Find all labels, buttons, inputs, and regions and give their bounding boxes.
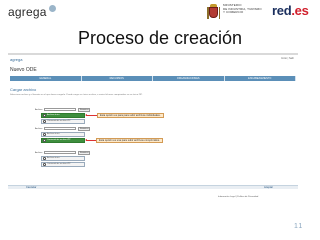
file-upload-row: Archivo Examinar [35,108,91,112]
file-upload-row: Archivo Examinar [35,151,91,155]
tab-organizaciones[interactable]: ORGANIZACIONES [153,76,225,81]
file-label: Archivo [35,151,43,154]
tab-encabezamiento[interactable]: ENCABEZAMIENTO [225,76,296,81]
file-label: Archivo [35,127,43,130]
option-zip-contents[interactable]: Contenido de archivo ZIP [41,138,85,143]
spain-coat-of-arms-icon [207,4,220,20]
screenshot-page-heading: Nuevo ODE [10,67,37,73]
agrega-logo-badge-icon [48,5,56,12]
option-label: Contenido de archivo ZIP [47,163,71,166]
tab-general[interactable]: GENERAL [10,76,82,81]
upload-description: Seleccione archivo y el formato en el qu… [10,94,143,96]
option-single-file[interactable]: Archivo único [41,132,85,137]
browse-button[interactable]: Examinar [78,127,91,131]
option-label: Contenido de archivo ZIP [47,139,71,142]
file-path-input[interactable] [44,108,77,112]
option-label: Archivo único [47,133,60,136]
browse-button[interactable]: Examinar [78,151,91,155]
cancel-button[interactable]: Cancelar [26,186,36,189]
agrega-logo-text: agrega [8,5,47,19]
ministry-line: Y COMERCIO [223,10,244,15]
radio-icon [43,114,46,117]
ministry-logo: MINISTERIO DE INDUSTRIA, TURISMO Y COMER… [207,3,262,20]
screenshot-footer-links[interactable]: Información Legal | Política de Privacid… [218,196,258,198]
ministry-name: MINISTERIO DE INDUSTRIA, TURISMO Y COMER… [223,3,262,15]
option-single-file[interactable]: Archivo único [41,156,85,161]
upload-section-title: Cargar archivo [10,87,37,92]
callout-zip: Esta opción es una para subir archivos c… [96,138,163,143]
callout-arrow-icon [84,114,97,116]
browse-button[interactable]: Examinar [78,108,91,112]
option-single-file[interactable]: Archivo único [41,113,85,118]
option-label: Contenido de archivo ZIP [47,120,71,123]
option-zip-contents[interactable]: Contenido de archivo ZIP [41,162,85,167]
slide-page-number: 11 [294,223,304,230]
screenshot-tab-bar: GENERAL RECURSOS ORGANIZACIONES ENCABEZA… [10,76,296,81]
radio-icon [43,157,46,160]
redes-logo-suffix: .es [291,3,309,18]
radio-icon [43,139,46,142]
accept-button[interactable]: Aceptar [264,186,273,189]
radio-icon [43,133,46,136]
file-upload-row: Archivo Examinar [35,127,91,131]
redes-logo: red.es [272,3,309,18]
callout-arrow-icon [84,139,96,141]
callout-single-file: Esta opción es para para subir archivos … [97,113,164,118]
app-screenshot: agrega Inicio | Salir Nuevo ODE GENERAL … [8,53,298,203]
file-label: Archivo [35,108,43,111]
redes-logo-text: red [272,3,292,18]
radio-icon [43,163,46,166]
tab-recursos[interactable]: RECURSOS [82,76,153,81]
file-path-input[interactable] [44,151,77,155]
screenshot-user-links[interactable]: Inicio | Salir [281,57,294,60]
option-zip-contents[interactable]: Contenido de archivo ZIP [41,119,85,124]
slide-title: Proceso de creación [77,28,243,48]
radio-icon [43,120,46,123]
option-label: Archivo único [47,114,60,117]
agrega-logo: agrega [8,3,56,21]
file-path-input[interactable] [44,127,77,131]
screenshot-app-logo: agrega [10,57,23,62]
option-label: Archivo único [47,157,60,160]
screenshot-top-bar [8,53,298,55]
screenshot-action-bar [8,185,298,189]
